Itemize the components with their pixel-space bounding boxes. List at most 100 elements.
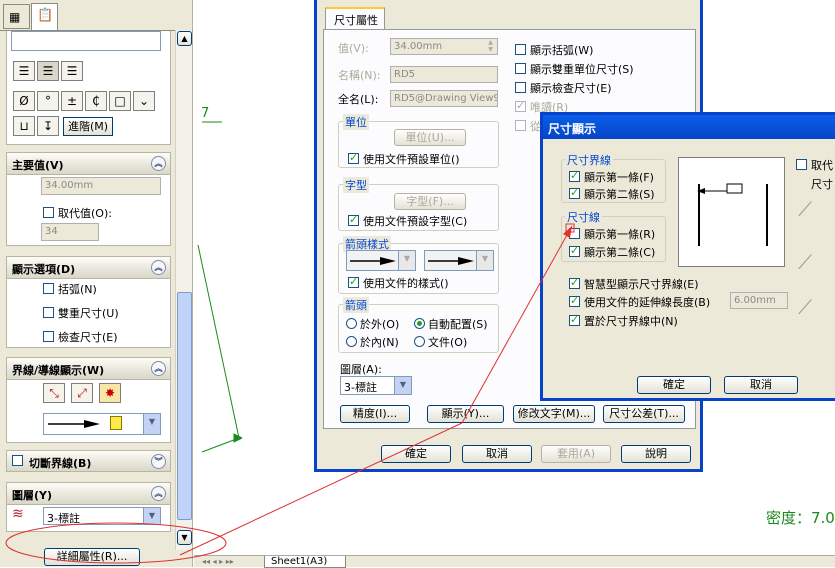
sheet-tab[interactable]: Sheet1(A3) xyxy=(264,556,346,568)
more-properties-button[interactable]: 詳細屬性(R)... xyxy=(44,548,140,566)
display-ok-button[interactable]: 確定 xyxy=(637,376,711,394)
ok-button[interactable]: 確定 xyxy=(381,445,451,463)
display-cancel-button[interactable]: 取消 xyxy=(724,376,798,394)
break-lines-checkbox[interactable] xyxy=(12,455,23,466)
driven-checkbox[interactable] xyxy=(515,120,526,131)
value-field[interactable]: 34.00mm xyxy=(390,38,498,55)
font-button[interactable]: 字型(F)... xyxy=(394,193,466,210)
depth-button[interactable]: ↧ xyxy=(37,116,59,136)
name-field[interactable]: RD5 xyxy=(390,66,498,83)
scroll-down-button[interactable]: ▼ xyxy=(177,530,192,545)
tab-dimension-properties[interactable]: 尺寸屬性 xyxy=(325,7,385,29)
counterbore-button[interactable]: ⊔ xyxy=(13,116,35,136)
arrow-style-select[interactable]: ▼ xyxy=(43,413,161,435)
leader-smart-icon[interactable]: ✸ xyxy=(99,383,121,403)
cancel-button[interactable]: 取消 xyxy=(462,445,532,463)
use-doc-style-checkbox[interactable] xyxy=(348,275,359,288)
expand-icon[interactable]: ︾ xyxy=(151,454,166,469)
advanced-button[interactable]: 進階(M) xyxy=(63,117,113,136)
arrow-outside-radio[interactable] xyxy=(346,318,357,329)
more-symbols-button[interactable]: ⌄ xyxy=(133,91,155,111)
title-bar[interactable]: 尺寸顯示 xyxy=(543,115,835,139)
sheet-nav-arrows[interactable]: ◂◂ ◂ ▸ ▸▸ xyxy=(202,557,252,567)
leader-style-icon[interactable]: ⟋ xyxy=(798,295,812,319)
primary-value-field[interactable]: 34.00mm xyxy=(41,177,161,195)
inspection-checkbox[interactable] xyxy=(43,331,54,342)
ext-first-label: 顯示第一條(F) xyxy=(584,171,654,184)
doc-ext-length-checkbox[interactable] xyxy=(569,294,580,307)
plus-minus-button[interactable]: ± xyxy=(61,91,83,111)
dim-first-checkbox[interactable] xyxy=(569,228,580,239)
centerline-symbol-button[interactable]: ₵ xyxy=(85,91,107,111)
inspection-dim-checkbox[interactable] xyxy=(515,82,526,93)
align-left-button[interactable]: ☰ xyxy=(13,61,35,81)
property-tab[interactable]: 📋 xyxy=(31,3,58,31)
ext-first-checkbox[interactable] xyxy=(569,169,580,182)
arrow-style-select-2[interactable]: ▼ xyxy=(424,250,494,271)
chevron-down-icon[interactable]: ▼ xyxy=(143,414,160,434)
collapse-icon[interactable]: ︽ xyxy=(151,361,166,376)
use-doc-unit-checkbox[interactable] xyxy=(348,151,359,164)
display-options-header[interactable]: 顯示選項(D) ︽ xyxy=(7,257,170,279)
file-style-icon xyxy=(110,416,122,430)
arrow-inside-radio[interactable] xyxy=(346,336,357,347)
square-symbol-button[interactable]: □ xyxy=(109,91,131,111)
leader-style-icon[interactable]: ⟋ xyxy=(798,197,812,221)
leader-style-icon[interactable]: ⟋ xyxy=(798,250,812,274)
dim-second-checkbox[interactable] xyxy=(569,244,580,257)
dialog-title: 尺寸顯示 xyxy=(548,122,597,136)
ext-second-checkbox[interactable] xyxy=(569,186,580,199)
use-doc-font-checkbox[interactable] xyxy=(348,213,359,226)
dimension-text-field[interactable] xyxy=(11,31,161,51)
display-options-group: 顯示選項(D) ︽ 括弧(N) 雙重尺寸(U) 檢查尺寸(E) xyxy=(6,256,171,348)
full-name-field[interactable]: RD5@Drawing View9 xyxy=(390,90,498,107)
help-button[interactable]: 說明 xyxy=(621,445,691,463)
scroll-thumb[interactable] xyxy=(177,292,192,520)
show-parentheses-checkbox[interactable] xyxy=(515,44,526,55)
collapse-icon[interactable]: ︽ xyxy=(151,486,166,501)
leader-display-header[interactable]: 界線/導線顯示(W) ︽ xyxy=(7,358,170,380)
chevron-down-icon[interactable]: ▼ xyxy=(394,377,411,394)
arrow-smart-radio[interactable] xyxy=(414,318,425,329)
layer-select[interactable]: 3-標註 ▼ xyxy=(43,507,161,525)
modify-text-button[interactable]: 修改文字(M)... xyxy=(513,405,595,423)
read-only-checkbox[interactable] xyxy=(515,99,526,112)
collapse-icon[interactable]: ︽ xyxy=(151,260,166,275)
preview-drawing xyxy=(697,183,768,246)
break-lines-header[interactable]: 切斷界線(B) ︾ xyxy=(6,450,171,472)
arrow-style-select-1[interactable]: ▼ xyxy=(346,250,416,271)
align-right-button[interactable]: ☰ xyxy=(61,61,83,81)
inspection-label: 檢查尺寸(E) xyxy=(58,331,118,344)
scroll-up-button[interactable]: ▲ xyxy=(177,31,192,46)
smart-display-checkbox[interactable] xyxy=(569,276,580,289)
tolerance-button[interactable]: 尺寸公差(T)... xyxy=(603,405,685,423)
feature-tree-tab[interactable]: ▦ xyxy=(3,4,30,29)
leader-inside-icon[interactable]: ⤢ xyxy=(71,383,93,403)
layer-select[interactable]: 3-標註 ▼ xyxy=(340,376,412,395)
degree-symbol-button[interactable]: ° xyxy=(37,91,59,111)
ext-length-field[interactable]: 6.00mm xyxy=(730,292,788,309)
display-button[interactable]: 顯示(Y)... xyxy=(427,405,504,423)
center-text-checkbox[interactable] xyxy=(569,313,580,326)
precision-button[interactable]: 精度(I)... xyxy=(340,405,410,423)
override-checkbox[interactable] xyxy=(796,159,807,170)
dual-units-checkbox[interactable] xyxy=(515,63,526,74)
override-checkbox[interactable] xyxy=(43,207,54,218)
chevron-down-icon[interactable]: ▼ xyxy=(143,508,160,524)
chevron-down-icon[interactable]: ▼ xyxy=(398,251,415,270)
primary-value-header[interactable]: 主要值(V) ︽ xyxy=(7,153,170,175)
parentheses-checkbox[interactable] xyxy=(43,283,54,294)
dual-dimension-checkbox[interactable] xyxy=(43,307,54,318)
leader-outside-icon[interactable]: ⤡ xyxy=(43,383,65,403)
unit-button[interactable]: 單位(U)... xyxy=(394,129,466,146)
arrow-file-radio[interactable] xyxy=(414,336,425,347)
chevron-down-icon[interactable]: ▼ xyxy=(476,251,493,270)
override-field[interactable]: 34 xyxy=(41,223,99,241)
pm-scrollbar[interactable]: ▲ ▼ xyxy=(175,30,192,550)
collapse-icon[interactable]: ︽ xyxy=(151,156,166,171)
layer-header[interactable]: 圖層(Y) ︽ xyxy=(7,483,170,505)
diameter-symbol-button[interactable]: Ø xyxy=(13,91,35,111)
align-center-button[interactable]: ☰ xyxy=(37,61,59,81)
apply-button[interactable]: 套用(A) xyxy=(541,445,611,463)
primary-value-group: 主要值(V) ︽ 34.00mm 取代值(O): 34 xyxy=(6,152,171,246)
